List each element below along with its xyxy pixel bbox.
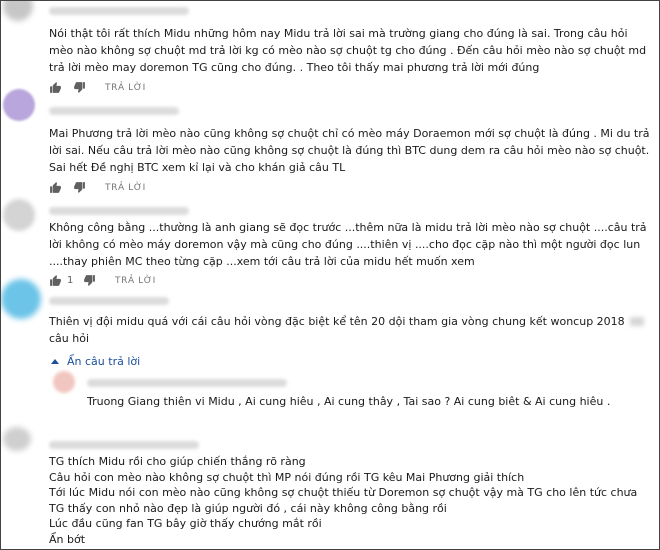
chevron-up-icon [51,359,59,364]
comment-text: Thiên vị đội midu quá với cái câu hỏi vò… [49,313,654,347]
avatar[interactable] [3,427,31,451]
thumbs-down-icon[interactable] [73,81,86,94]
comment-line: Tới lúc Midu nói con mèo nào cũng không … [49,486,638,499]
author-name[interactable] [49,7,189,15]
thumbs-up-icon[interactable] [49,81,62,94]
comment-text: Không công bằng ...thường là anh giang s… [49,221,647,268]
author-name[interactable] [49,297,169,305]
comment-line: Câu hỏi con mèo nào không sợ chuột thì M… [49,470,525,484]
thumbs-up-icon[interactable] [49,181,62,194]
comment-line: Lúc đầu cũng fan TG bây giờ thấy chướng … [49,517,322,530]
hide-replies-button[interactable]: Ẩn câu trả lời [51,355,140,368]
comment-text-main: Thiên vị đội midu quá với cái câu hỏi vò… [49,315,625,328]
author-name[interactable] [49,207,189,215]
comment-text-end: câu hỏi [49,332,90,345]
thumbs-down-icon[interactable] [83,274,96,287]
reply-text: Truong Giang thiên vi Midu , Ai cung hiê… [87,395,611,408]
comment-text: Mai Phương trả lời mèo nào cũng không sợ… [49,127,650,174]
author-name[interactable] [87,379,287,387]
thumbs-down-icon[interactable] [73,181,86,194]
comments-panel: Nói thật tôi rất thích Midu những hôm na… [0,0,660,550]
hide-replies-label: Ẩn câu trả lời [67,355,141,368]
author-name[interactable] [49,107,179,115]
redaction [630,317,645,326]
comment-actions: TRẢ LỜI [49,81,249,95]
thumbs-up-icon[interactable] [49,274,62,287]
comment-line: TG thấy con nhỏ nào đẹp là giúp người đó… [49,501,447,515]
comment-actions: TRẢ LỜI [49,181,249,195]
reply-button[interactable]: TRẢ LỜI [115,276,156,286]
comment-text: TG thích Midu rồi cho giúp chiến thắng r… [49,454,654,547]
avatar[interactable] [3,89,35,121]
avatar[interactable] [1,279,41,319]
avatar[interactable] [3,1,33,21]
comment-actions: 1 TRẢ LỜI [49,274,249,288]
reply-button[interactable]: TRẢ LỜI [105,183,146,193]
comment-text: Nói thật tôi rất thích Midu những hôm na… [49,27,647,74]
avatar[interactable] [53,371,75,393]
reply-button[interactable]: TRẢ LỜI [105,83,146,93]
author-name[interactable] [49,441,199,449]
comment-line: TG thích Midu rồi cho giúp chiến thắng r… [49,455,306,468]
avatar[interactable] [3,199,35,231]
show-less-button[interactable]: Ẩn bớt [49,532,654,548]
like-count: 1 [67,275,74,286]
